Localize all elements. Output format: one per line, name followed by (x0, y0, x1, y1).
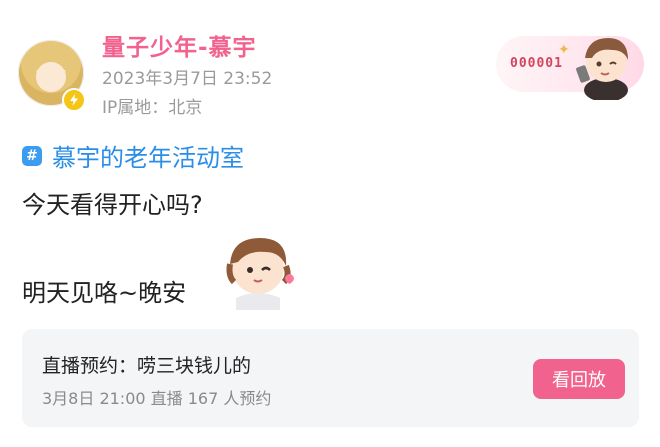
live-reservation-title: 直播预约：唠三块钱儿的 (42, 355, 252, 377)
topic-label: 慕宇的老年活动室 (52, 144, 244, 172)
post-text-line: 明天见咯~晚安 (22, 279, 187, 307)
username[interactable]: 量子少年-慕宇 (102, 28, 257, 62)
post-text-line: 今天看得开心吗? (22, 191, 203, 219)
fan-card[interactable]: 000001 ✦ (496, 36, 644, 100)
lightning-icon (62, 88, 86, 112)
fan-card-number: 000001 (510, 56, 563, 71)
post-timestamp: 2023年3月7日 23:52 (102, 69, 273, 89)
live-reservation-card[interactable]: 直播预约：唠三块钱儿的 3月8日 21:00 直播 167 人预约 看回放 (22, 329, 639, 427)
emoji-sticker-icon (226, 238, 294, 310)
avatar-face (36, 62, 66, 92)
ip-location: IP属地：北京 (102, 98, 203, 118)
hashtag-icon: # (22, 145, 42, 166)
watch-replay-button[interactable]: 看回放 (533, 359, 625, 399)
live-reservation-meta: 3月8日 21:00 直播 167 人预约 (42, 389, 272, 408)
character-sticker-icon (576, 38, 628, 100)
topic-link[interactable]: # 慕宇的老年活动室 (22, 138, 244, 173)
